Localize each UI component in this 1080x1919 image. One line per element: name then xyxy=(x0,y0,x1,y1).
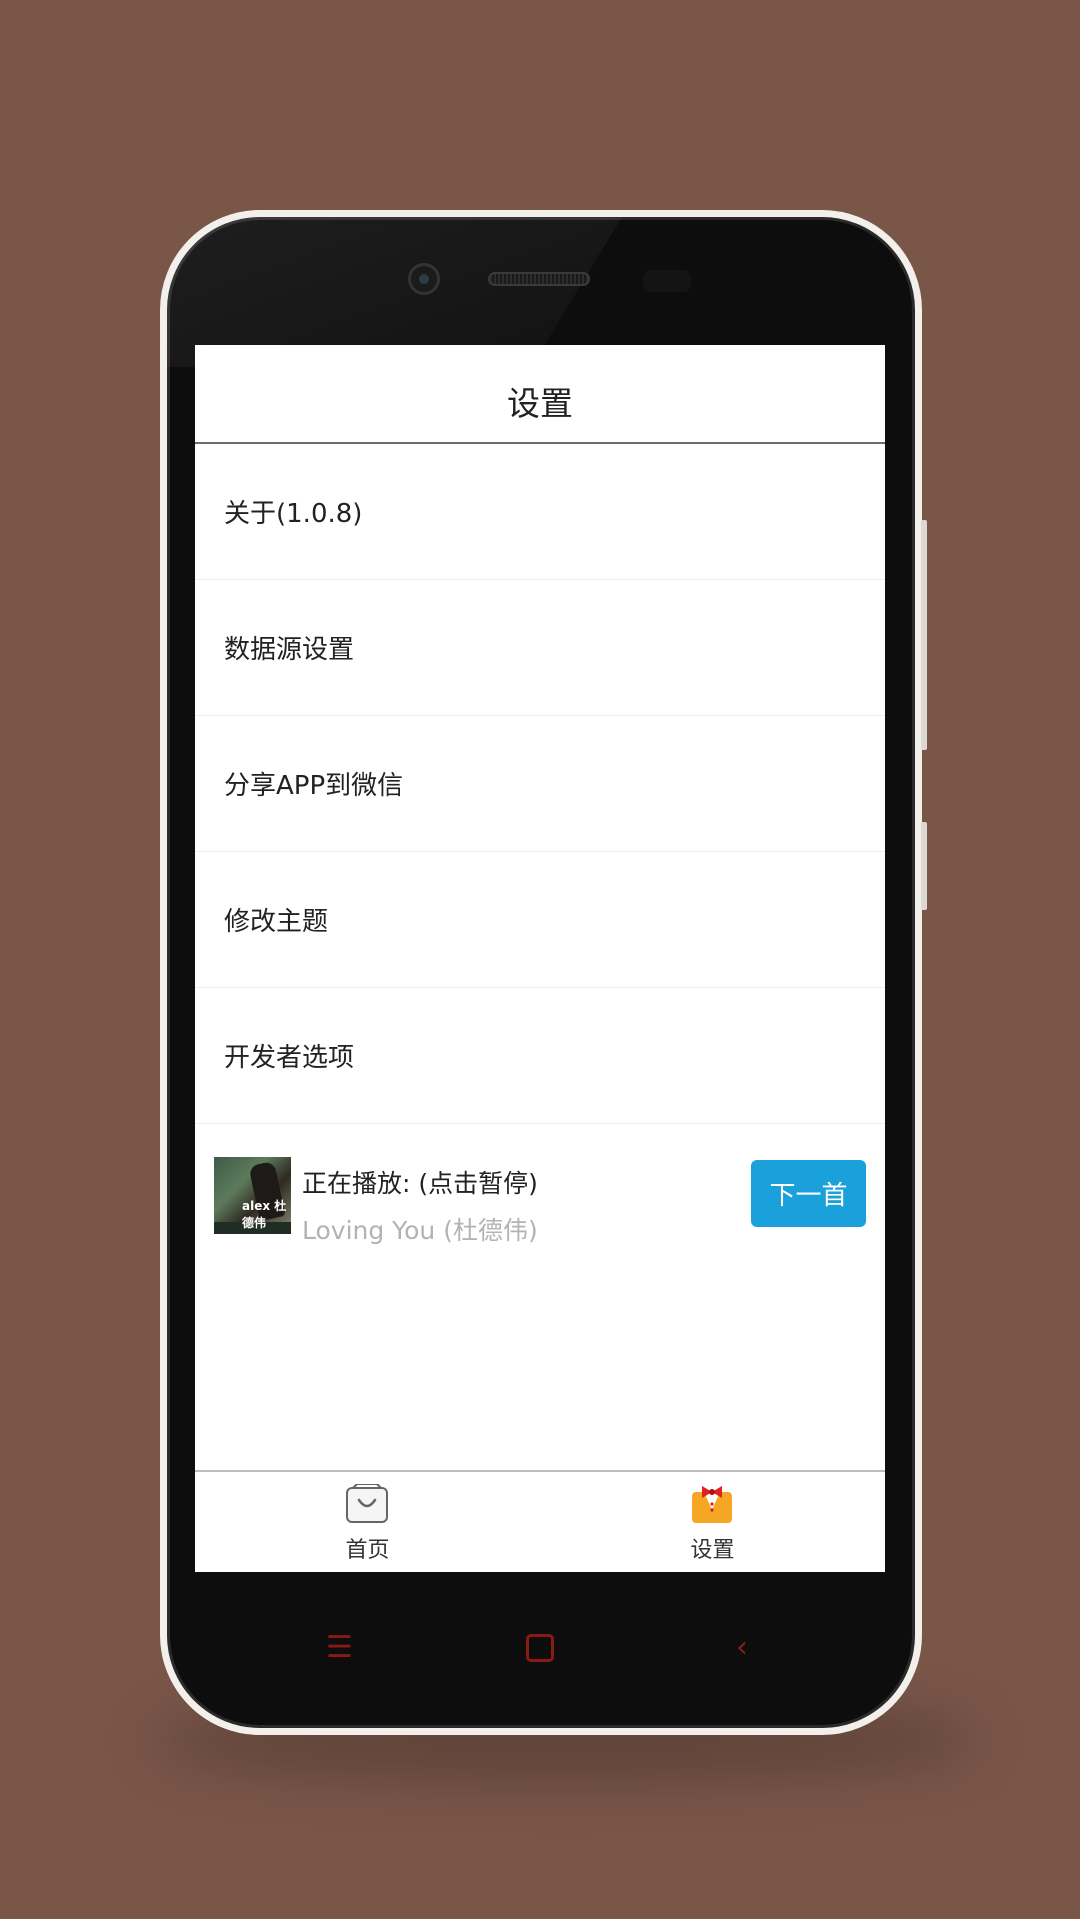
page-title: 设置 xyxy=(507,383,573,423)
app-screen: 设置 关于(1.0.8) 数据源设置 分享APP到微信 修改主题 开发者选项 a… xyxy=(195,345,885,1572)
shopping-bag-icon xyxy=(346,1484,388,1523)
menu-item-about[interactable]: 关于(1.0.8) xyxy=(195,444,885,580)
tab-settings[interactable]: 设置 xyxy=(540,1472,885,1572)
earpiece-speaker xyxy=(488,272,590,286)
menu-item-share-wechat[interactable]: 分享APP到微信 xyxy=(195,716,885,852)
menu-item-data-source[interactable]: 数据源设置 xyxy=(195,580,885,716)
menu-item-theme[interactable]: 修改主题 xyxy=(195,852,885,988)
home-icon[interactable] xyxy=(526,1634,554,1662)
menu-icon[interactable]: ☰ xyxy=(326,1630,353,1665)
menu-item-label: 数据源设置 xyxy=(224,635,355,665)
tab-label: 首页 xyxy=(345,1538,390,1563)
power-button xyxy=(921,822,927,910)
song-title: Loving You (杜德伟) xyxy=(302,1216,538,1245)
front-camera xyxy=(408,263,440,295)
tab-label: 设置 xyxy=(690,1538,735,1563)
tuxedo-bowtie-icon xyxy=(692,1486,732,1523)
menu-item-label: 分享APP到微信 xyxy=(224,771,404,801)
menu-item-label: 开发者选项 xyxy=(224,1043,355,1073)
volume-button xyxy=(921,520,927,750)
proximity-sensor xyxy=(643,270,691,292)
menu-item-label: 关于(1.0.8) xyxy=(224,499,363,529)
album-cover: alex 杜德伟 xyxy=(214,1157,291,1234)
back-icon[interactable]: ‹ xyxy=(736,1630,748,1665)
title-bar: 设置 xyxy=(195,345,885,444)
album-cover-text: alex 杜德伟 xyxy=(242,1199,287,1230)
menu-item-developer[interactable]: 开发者选项 xyxy=(195,988,885,1124)
tab-home[interactable]: 首页 xyxy=(195,1472,540,1572)
menu-item-label: 修改主题 xyxy=(224,907,329,937)
next-song-button[interactable]: 下一首 xyxy=(751,1160,866,1227)
now-playing-bar[interactable]: alex 杜德伟 正在播放: (点击暂停) Loving You (杜德伟) 下… xyxy=(195,1126,885,1256)
bottom-tab-bar: 首页 设置 xyxy=(195,1470,885,1572)
now-playing-status[interactable]: 正在播放: (点击暂停) xyxy=(302,1164,538,1200)
